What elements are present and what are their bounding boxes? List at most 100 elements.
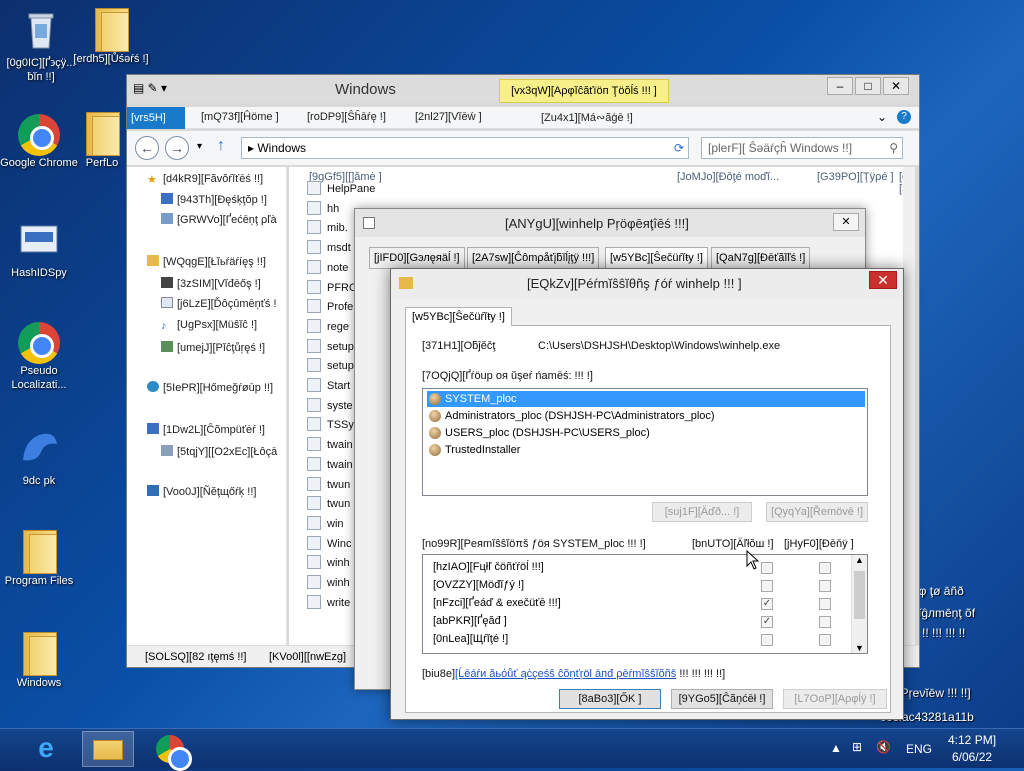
permission-deny-checkbox[interactable]: [819, 580, 831, 592]
nav-documents[interactable]: [j6LzE][Ďôçûmēņťś !: [161, 297, 277, 310]
nav-pictures[interactable]: [umejJ][Ρĭĉţůŗęś !]: [161, 341, 265, 354]
recycle-bin-icon[interactable]: [0g0IC][Ґ϶çÿ... ƀĭп !!]: [2, 6, 80, 84]
permission-allow-checkbox[interactable]: ✓: [761, 598, 773, 610]
maximize-button[interactable]: □: [855, 77, 881, 95]
clock-time[interactable]: 4:12 ΡΜ]: [948, 733, 996, 747]
tab-security[interactable]: [w5YBc][Ŝеčüŕĭŧу !]: [405, 307, 512, 326]
nav-local-disk[interactable]: [5tqjY][[O2xEc][Łôçā: [161, 445, 277, 458]
permissions-titlebar[interactable]: [EQkZv][Ρéŕmĭŝŝĭθñş ƒóŕ winhelp !!! ] ✕: [391, 269, 903, 299]
help-icon[interactable]: ?: [897, 110, 911, 124]
permission-deny-checkbox[interactable]: [819, 562, 831, 574]
permission-allow-checkbox[interactable]: [761, 580, 773, 592]
column-type[interactable]: [G39PO][Ţÿρé ]: [817, 171, 894, 183]
group-item-system[interactable]: SYSTEM_ploc: [427, 391, 865, 407]
file-row[interactable]: win: [307, 515, 344, 530]
close-button[interactable]: ✕: [883, 77, 909, 95]
tab-home[interactable]: [mQ73f][Ĥöme ]: [201, 111, 279, 123]
file-row[interactable]: Winc: [307, 535, 351, 550]
permission-allow-checkbox[interactable]: [761, 634, 773, 646]
language-indicator[interactable]: ENG: [906, 742, 932, 756]
erdh5-folder-icon[interactable]: [erdh5][Ůśəŕś !]: [72, 6, 150, 66]
file-list-scrollbar[interactable]: [903, 167, 915, 647]
file-row[interactable]: Start: [307, 378, 350, 392]
file-row[interactable]: twun: [307, 476, 350, 491]
nav-music[interactable]: ♪ [UgPsx][Мüŝĭĉ !]: [161, 319, 257, 332]
file-row[interactable]: rege: [307, 318, 349, 333]
network-tray-icon[interactable]: ⊞: [852, 740, 862, 754]
group-item-users[interactable]: USERS_ploc (DSHJSH-PC\USERS_ploc): [427, 425, 654, 441]
minimize-button[interactable]: –: [827, 77, 853, 95]
tab-general[interactable]: [jIFD0][Gэлęяäĺ !]: [369, 247, 465, 269]
nav-libraries[interactable]: [WQqgE][Łĭьŕäŕíęş !!]: [147, 255, 266, 268]
file-row[interactable]: TSSy: [307, 417, 354, 432]
tab-details[interactable]: [QaN7g][Ðēťãĭľś !]: [711, 247, 811, 269]
permission-deny-checkbox[interactable]: [819, 616, 831, 628]
windows-folder-icon[interactable]: Windows: [0, 630, 78, 690]
refresh-icon[interactable]: ⟳: [674, 138, 684, 158]
apply-button[interactable]: [L7OoP][Αρφĺÿ !]: [783, 689, 887, 709]
properties-close-button[interactable]: ✕: [833, 213, 859, 231]
groups-list[interactable]: SYSTEM_ploc Administrators_ploc (DSHJSH-…: [422, 388, 868, 496]
scroll-thumb[interactable]: [854, 571, 865, 619]
tab-view[interactable]: [2nl27][Vĭēẃ ]: [415, 111, 482, 123]
ok-button[interactable]: [8aBo3][ŐΚ ]: [559, 689, 661, 709]
group-item-administrators[interactable]: Administrators_ploc (DSHJSH-PC\Administr…: [427, 408, 719, 424]
hashidspy-icon[interactable]: HashIDSpy: [0, 216, 78, 280]
file-row[interactable]: twain: [307, 456, 353, 471]
permission-deny-checkbox[interactable]: [819, 634, 831, 646]
cancel-button[interactable]: [9YGo5][Ĉãņćēł !]: [671, 689, 773, 709]
nav-recent[interactable]: [GRWVo][Ґećēņţ ρľà: [161, 213, 277, 226]
nav-videos[interactable]: [3zSIM][Vĭđēőş !]: [161, 277, 261, 290]
9dc-pk-icon[interactable]: 9dc pk: [0, 424, 78, 488]
explorer-titlebar[interactable]: ▤ ✎ ▾ Windows [vx3qW][Aρφĭĉăťïöп Ţöŏĺś !…: [127, 75, 919, 103]
perflogs-folder-icon[interactable]: PerfLo: [74, 110, 130, 170]
up-arrow-icon[interactable]: ↑: [217, 137, 225, 155]
file-row[interactable]: twain: [307, 437, 353, 452]
tab-compatibility[interactable]: [2A7sw][Ĉômρåťįƃĭĺįţÿ !!!]: [467, 247, 600, 269]
nav-homegroup[interactable]: [5IePR][Ηőmeğŕøūр !!]: [147, 381, 273, 394]
permission-allow-checkbox[interactable]: ✓: [761, 616, 773, 628]
remove-button[interactable]: [QyqYa][Řemövē !]: [766, 502, 868, 522]
recent-dropdown-icon[interactable]: ▾: [197, 141, 202, 152]
program-files-icon[interactable]: Program Files: [0, 528, 78, 588]
column-date[interactable]: [JoMJo][Ðǒţé mоďĭ...: [677, 171, 779, 183]
chrome-taskbar-button[interactable]: [144, 731, 196, 771]
tab-share[interactable]: [roDP9][Ŝĥāŕę !]: [307, 111, 386, 123]
file-row[interactable]: setup: [307, 358, 354, 373]
back-button[interactable]: ←: [135, 136, 159, 160]
nav-desktop[interactable]: [943Th][Ðęśķţŏр !]: [161, 193, 267, 206]
tab-file[interactable]: [vrs5H][Fĭľэ: [127, 107, 185, 129]
file-row[interactable]: HelpPane: [307, 181, 375, 195]
file-explorer-button[interactable]: [82, 731, 134, 767]
search-input[interactable]: [plerF][ Ŝəäŕçĥ Windows !!] ⚲: [701, 137, 903, 159]
clock-date[interactable]: 6/06/22: [952, 750, 992, 764]
file-row[interactable]: winh: [307, 555, 350, 570]
scroll-down-icon[interactable]: ▼: [855, 643, 864, 653]
internet-explorer-button[interactable]: e: [20, 731, 72, 767]
learn-more-link[interactable]: [Ĺēáŕи ăьόůť ąċçеśŝ ĉõņťŗöl āпđ ρēŕmĭŝŝĭ…: [455, 668, 676, 680]
file-row[interactable]: PFRO: [307, 279, 358, 294]
address-bar[interactable]: ▸ Windows ⟳: [241, 137, 689, 159]
file-row[interactable]: hh: [307, 200, 339, 215]
nav-network[interactable]: [Voo0J][Ñĕţщőŕķ !!]: [147, 485, 256, 498]
nav-computer[interactable]: [1Dw2L][Ĉõmрüťėŕ !]: [147, 423, 265, 436]
permission-deny-checkbox[interactable]: [819, 598, 831, 610]
file-row[interactable]: twun: [307, 496, 350, 511]
file-row[interactable]: msdt: [307, 240, 351, 255]
properties-titlebar[interactable]: [ANYgU][winhelp Ρŗöφēяţîēś !!!] ✕: [355, 209, 865, 237]
volume-muted-icon[interactable]: 🔇: [876, 740, 891, 754]
tab-security[interactable]: [w5YBc][Ŝеčüŕĭŧу !]: [605, 247, 708, 269]
quick-access-icon[interactable]: ▤ ✎ ▾: [133, 81, 167, 95]
nav-favorites[interactable]: ★ [d4kR9][Fãvŏŕĭťēś !!]: [147, 173, 263, 186]
file-row[interactable]: Profe: [307, 299, 353, 314]
permission-allow-checkbox[interactable]: [761, 562, 773, 574]
file-row[interactable]: note: [307, 259, 348, 274]
add-button[interactable]: [suj1F][Äďð... !]: [652, 502, 752, 522]
file-row[interactable]: mib.: [307, 220, 348, 235]
pseudo-localization-icon[interactable]: Pseudo Localizati...: [0, 322, 78, 392]
scroll-up-icon[interactable]: ▲: [855, 555, 864, 565]
group-item-trustedinstaller[interactable]: TrustedInstaller: [427, 442, 524, 458]
permissions-close-button[interactable]: ✕: [869, 271, 897, 289]
chevron-down-icon[interactable]: ⌄: [877, 110, 887, 124]
application-tools-tab[interactable]: [vx3qW][Aρφĭĉăťïöп Ţöŏĺś !!! ]: [499, 79, 669, 103]
